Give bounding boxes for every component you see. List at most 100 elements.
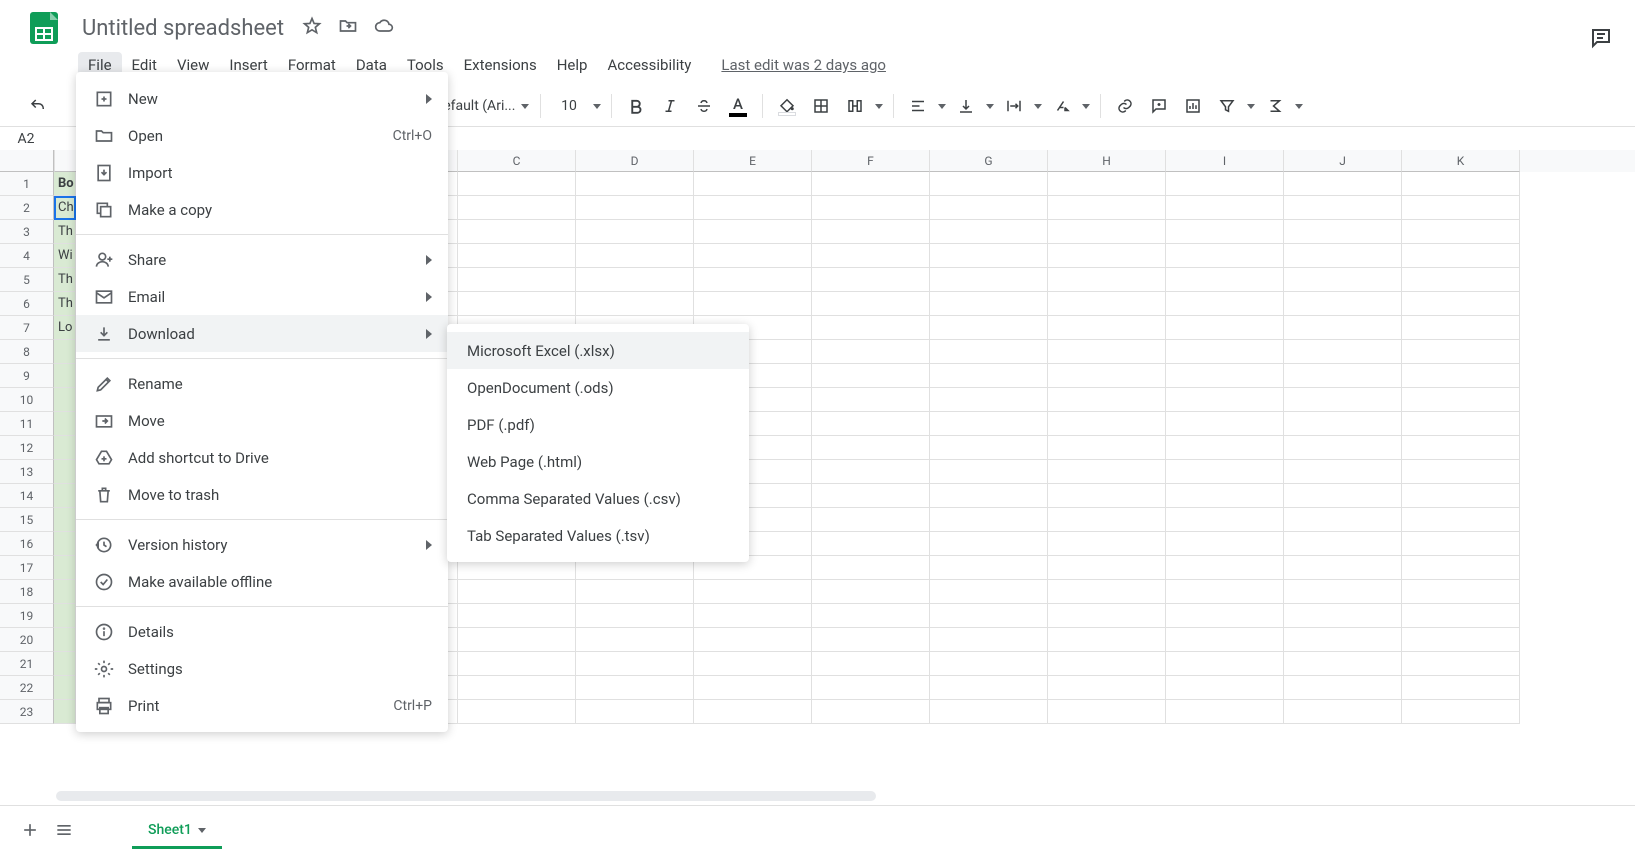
cell[interactable]	[1166, 484, 1284, 508]
cell[interactable]	[1284, 628, 1402, 652]
cell[interactable]: Th	[54, 220, 76, 244]
cell[interactable]	[1166, 700, 1284, 724]
cell[interactable]	[1048, 292, 1166, 316]
text-color-button[interactable]: A	[724, 92, 752, 120]
cell[interactable]	[1048, 508, 1166, 532]
cell[interactable]	[694, 652, 812, 676]
merge-cells-button[interactable]	[841, 92, 869, 120]
name-box[interactable]: A2	[2, 127, 50, 151]
cell[interactable]	[930, 196, 1048, 220]
cell[interactable]	[576, 580, 694, 604]
cell[interactable]	[812, 556, 930, 580]
cell[interactable]: Th	[54, 268, 76, 292]
file-menu-email[interactable]: Email	[76, 278, 448, 315]
column-header[interactable]: C	[458, 150, 576, 172]
download-option[interactable]: PDF (.pdf)	[447, 406, 749, 443]
cell[interactable]	[812, 604, 930, 628]
cell[interactable]	[1048, 628, 1166, 652]
cell[interactable]	[54, 628, 76, 652]
star-icon[interactable]	[302, 16, 322, 40]
cell[interactable]	[1048, 388, 1166, 412]
cell[interactable]	[1048, 436, 1166, 460]
row-header[interactable]: 14	[0, 484, 54, 508]
cell[interactable]	[1284, 364, 1402, 388]
cell[interactable]	[1284, 484, 1402, 508]
cell[interactable]	[812, 196, 930, 220]
move-to-folder-icon[interactable]	[338, 16, 358, 40]
cell[interactable]	[930, 484, 1048, 508]
cell[interactable]	[1166, 268, 1284, 292]
cell[interactable]	[812, 676, 930, 700]
cell[interactable]	[694, 244, 812, 268]
cell[interactable]	[54, 364, 76, 388]
cell[interactable]	[1284, 532, 1402, 556]
cell[interactable]	[812, 412, 930, 436]
row-header[interactable]: 19	[0, 604, 54, 628]
cell[interactable]	[1048, 220, 1166, 244]
row-header[interactable]: 7	[0, 316, 54, 340]
cell[interactable]	[54, 604, 76, 628]
cell[interactable]	[1284, 220, 1402, 244]
file-menu-details[interactable]: Details	[76, 613, 448, 650]
cell[interactable]	[54, 652, 76, 676]
row-header[interactable]: 16	[0, 532, 54, 556]
menu-extensions[interactable]: Extensions	[454, 52, 547, 78]
cell[interactable]: Lo	[54, 316, 76, 340]
cell[interactable]	[1284, 292, 1402, 316]
cell[interactable]	[1048, 460, 1166, 484]
file-menu-settings[interactable]: Settings	[76, 650, 448, 687]
cell[interactable]	[930, 508, 1048, 532]
cell[interactable]	[1048, 580, 1166, 604]
cell[interactable]	[1284, 316, 1402, 340]
text-rotation-button[interactable]	[1048, 92, 1076, 120]
cell[interactable]	[458, 196, 576, 220]
cell[interactable]	[1048, 652, 1166, 676]
cell[interactable]	[1402, 292, 1520, 316]
insert-chart-button[interactable]	[1179, 92, 1207, 120]
text-wrap-button[interactable]	[1000, 92, 1028, 120]
cell[interactable]	[1284, 244, 1402, 268]
cell[interactable]	[1048, 412, 1166, 436]
cell[interactable]	[1402, 388, 1520, 412]
cell[interactable]	[1166, 316, 1284, 340]
row-header[interactable]: 9	[0, 364, 54, 388]
cell[interactable]	[1402, 412, 1520, 436]
file-menu-open[interactable]: OpenCtrl+O	[76, 117, 448, 154]
cell[interactable]	[54, 388, 76, 412]
cell[interactable]	[930, 220, 1048, 244]
cell[interactable]	[812, 292, 930, 316]
comments-icon[interactable]	[1589, 26, 1613, 54]
cell[interactable]	[54, 484, 76, 508]
file-menu-download[interactable]: Download	[76, 315, 448, 352]
cell[interactable]	[458, 628, 576, 652]
cell[interactable]	[812, 508, 930, 532]
cell[interactable]	[694, 676, 812, 700]
cell[interactable]	[1166, 532, 1284, 556]
cell[interactable]	[694, 628, 812, 652]
cell[interactable]: Th	[54, 292, 76, 316]
cell[interactable]	[1166, 628, 1284, 652]
cell[interactable]	[1048, 196, 1166, 220]
cell[interactable]	[1402, 532, 1520, 556]
cell[interactable]	[930, 340, 1048, 364]
cell[interactable]	[1284, 436, 1402, 460]
cell[interactable]	[812, 244, 930, 268]
cell[interactable]	[576, 700, 694, 724]
column-header[interactable]: I	[1166, 150, 1284, 172]
cell[interactable]	[1402, 484, 1520, 508]
caret-down-icon[interactable]	[1082, 104, 1090, 109]
bold-button[interactable]	[622, 92, 650, 120]
cell[interactable]	[930, 436, 1048, 460]
menu-help[interactable]: Help	[547, 52, 598, 78]
cell[interactable]	[930, 460, 1048, 484]
cell[interactable]	[1284, 460, 1402, 484]
file-menu-print[interactable]: PrintCtrl+P	[76, 687, 448, 724]
cell[interactable]	[930, 580, 1048, 604]
cell[interactable]	[1166, 604, 1284, 628]
cell[interactable]	[1402, 268, 1520, 292]
file-menu-add-shortcut-to-drive[interactable]: Add shortcut to Drive	[76, 439, 448, 476]
row-header[interactable]: 17	[0, 556, 54, 580]
download-option[interactable]: Tab Separated Values (.tsv)	[447, 517, 749, 554]
row-header[interactable]: 21	[0, 652, 54, 676]
horizontal-scrollbar[interactable]	[56, 791, 876, 801]
